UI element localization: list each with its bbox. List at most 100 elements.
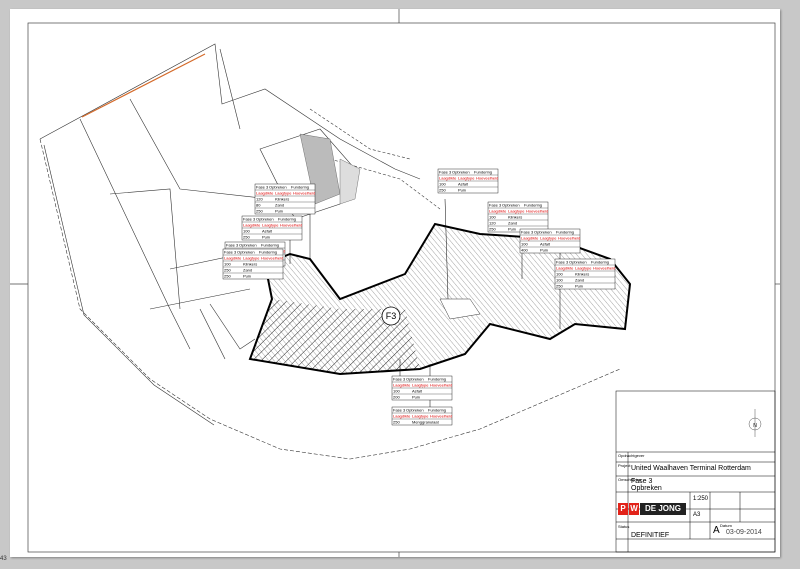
table-cell-layertype: Puin [575,284,583,289]
table-header-opbreken: Opbreken [237,250,255,255]
label-status: Status [618,524,630,529]
table-header-fundering: Fundering [259,250,277,255]
table-cell-thickness: 100 [521,242,528,247]
table-header-laagdikte: Laagdikte [393,414,411,419]
table-cell-layertype: Asfalt [458,182,469,187]
project-name: United Waalhaven Terminal Rotterdam [631,465,751,472]
table-cell-layertype: Puin [458,188,466,193]
table-header-laagtype: Laagtype [262,223,279,228]
format: A3 [693,512,701,518]
table-header-laagtype: Laagtype [412,383,429,388]
table-header-laagdikte: Laagdikte [556,266,574,271]
table-cell-thickness: 80 [256,203,261,208]
table-header-fundering: Fundering [428,377,446,382]
table-header-laagtype: Laagtype [508,209,525,214]
description-line1: Fase 3 [631,478,653,485]
table-header-laagtype: Laagtype [540,236,557,241]
table-fase: Fase 3 [256,185,269,190]
description-line2: Opbreken [631,485,662,492]
table-cell-layertype: Asfalt [412,389,423,394]
table-cell-thickness: 100 [556,278,563,283]
table-cell-layertype: Asfalt [262,229,273,234]
table-header-hoeveelheid: Hoeveelheid [593,266,615,271]
table-cell-thickness: 100 [439,182,446,187]
logo-text: DE JONG [640,503,686,515]
table-cell-layertype: Asfalt [540,242,551,247]
table-cell-thickness: 100 [224,262,231,267]
table-header-laagtype: Laagtype [412,414,429,419]
table-header-laagdikte: Laagdikte [521,236,539,241]
table-header-opbreken: Opbreken [406,377,424,382]
table-header-fundering: Fundering [474,170,492,175]
table-cell-thickness: 400 [521,248,528,253]
svg-text:N: N [753,423,757,429]
layer-table: Fase 3Opbreken Fundering LaagdikteLaagtype… [437,168,498,194]
layer-table: Fase 3OpbrekenFunderingLaagdikteLaagtype… [241,215,302,241]
table-header-fundering: Fundering [261,243,279,248]
table-header-opbreken: Opbreken [534,230,552,235]
north-arrow-icon: N [748,409,762,437]
label-opdrachtgever: Opdrachtgever [618,453,645,458]
table-cell-thickness: 120 [489,221,496,226]
table-cell-layertype: Puin [262,235,270,240]
table-cell-thickness: 250 [439,188,446,193]
table-cell-layertype: Puin [412,395,420,400]
table-header-fundering: Fundering [524,203,542,208]
logo-p: P [618,503,628,515]
table-header-hoeveelheid: Hoeveelheid [476,176,498,181]
table-header-hoeveelheid: Hoeveelheid [430,383,452,388]
table-cell-layertype: Zand [508,221,517,226]
table-header-opbreken: Opbreken [269,185,287,190]
table-cell-thickness: 100 [556,272,563,277]
layer-table: Fase 3OpbrekenFunderingLaagdikteLaagtype… [391,406,452,426]
table-fase: Fase 3 [224,250,237,255]
table-cell-layertype: Zand [575,278,584,283]
table-fase: Fase 3 [521,230,534,235]
status: DEFINITIEF [631,532,670,539]
table-header-hoeveelheid: Hoeveelheid [293,191,315,196]
layer-table: Fase 3OpbrekenFunderingLaagdikteLaagtype… [519,228,580,254]
table-cell-thickness: 250 [556,284,563,289]
table-cell-thickness: 250 [224,274,231,279]
table-cell-layertype: Zand [243,268,252,273]
table-cell-layertype: Puin [508,227,516,232]
table-header-laagdikte: Laagdikte [439,176,457,181]
table-cell-thickness: 250 [489,227,496,232]
table-cell-layertype: Puin [243,274,251,279]
table-header-laagdikte: Laagdikte [224,256,242,261]
table-cell-thickness: 250 [256,209,263,214]
table-cell-layertype: Menggranulaat [412,420,440,425]
layer-table: Fase 3OpbrekenFunderingLaagdikteLaagtype… [554,258,615,290]
table-header-laagtype: Laagtype [243,256,260,261]
table-fase: Fase 3 [439,170,452,175]
table-header-laagtype: Laagtype [458,176,475,181]
table-cell-thickness: 100 [393,389,400,394]
layer-table: Fase 3OpbrekenFunderingLaagdikteLaagtype… [487,201,548,233]
table-fase: Fase 3 [243,217,256,222]
table-header-fundering: Fundering [278,217,296,222]
table-cell-thickness: 250 [224,268,231,273]
table-cell-thickness: 250 [393,420,400,425]
table-header-laagdikte: Laagdikte [256,191,274,196]
table-header-opbreken: Opbreken [239,243,257,248]
table-cell-layertype: Puin [275,209,283,214]
fase-marker-label: F3 [386,311,397,321]
table-header-laagdikte: Laagdikte [243,223,261,228]
layer-table: Fase 3Opbreken Fundering LaagdikteLaagtype… [254,183,315,215]
table-fase: Fase 3 [489,203,502,208]
table-header-laagdikte: Laagdikte [489,209,507,214]
table-cell-layertype: Klinkers [243,262,257,267]
table-header-opbreken: Opbreken [452,170,470,175]
page-number: 43 [0,556,7,562]
table-cell-thickness: 250 [243,235,250,240]
revision: A [713,525,720,536]
layer-table: Fase 3OpbrekenFunderingLaagdikteLaagtype… [391,375,452,401]
table-header-fundering: Fundering [291,185,309,190]
table-cell-thickness: 200 [393,395,400,400]
table-cell-layertype: Zand [275,203,284,208]
scale: 1:250 [693,496,709,502]
table-header-laagtype: Laagtype [275,191,292,196]
table-cell-thickness: 100 [243,229,250,234]
table-fase: Fase 3 [226,243,239,248]
table-header-hoeveelheid: Hoeveelheid [430,414,452,419]
